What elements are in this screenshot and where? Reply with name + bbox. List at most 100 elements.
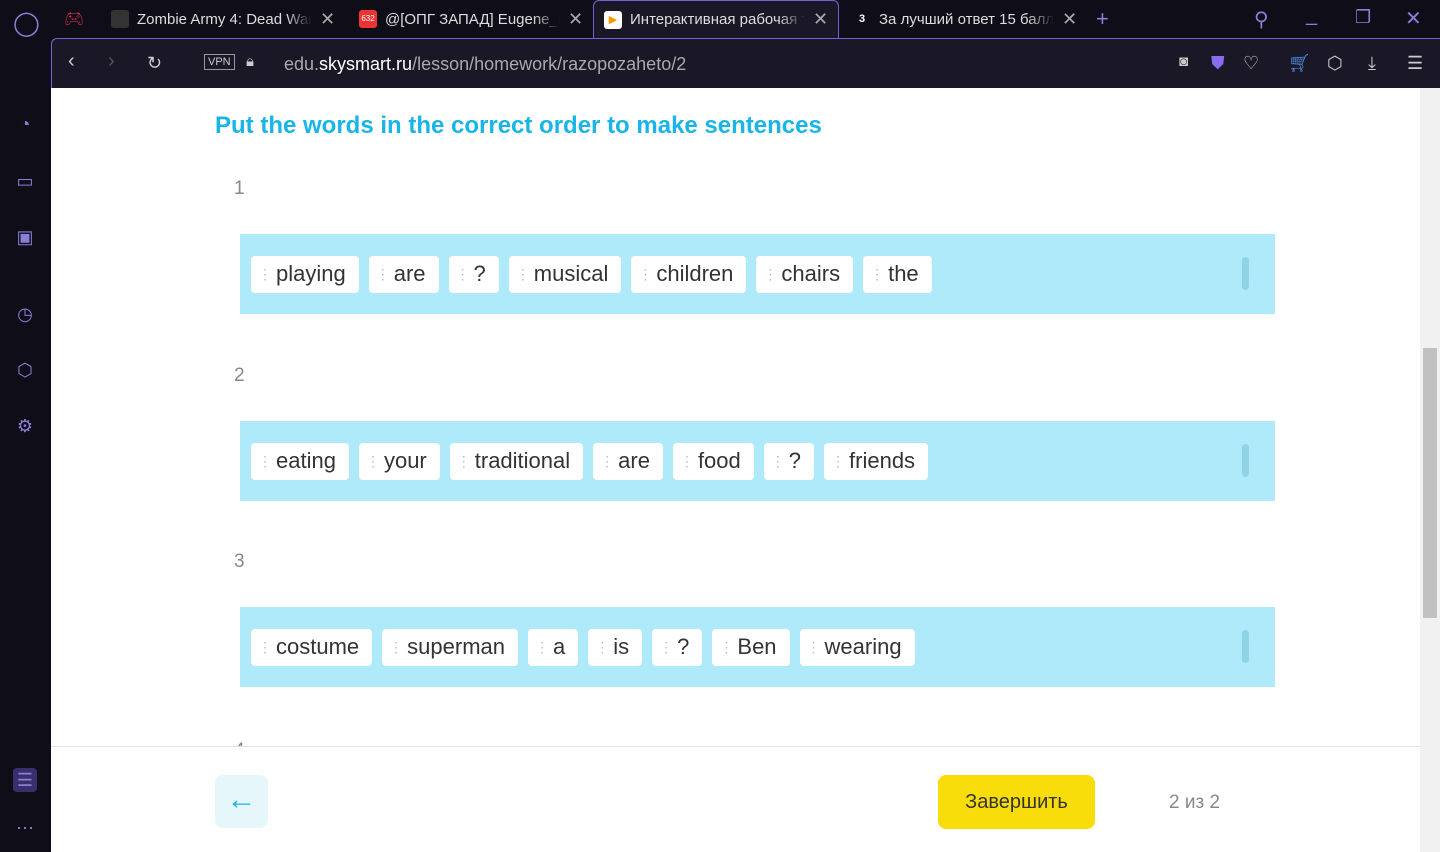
word-chip[interactable]: ⋮ wearing — [799, 628, 915, 666]
bookmark-heart-icon[interactable]: ♡ — [1243, 53, 1259, 74]
row-resize-handle[interactable] — [1242, 257, 1249, 290]
close-window-icon[interactable]: ✕ — [1405, 6, 1422, 31]
word-chip[interactable]: ⋮ is — [588, 628, 643, 666]
drag-grip-icon[interactable]: ⋮ — [831, 453, 845, 470]
tab-znanija[interactable]: 3 За лучший ответ 15 балло ✕ — [843, 0, 1083, 38]
word-chip[interactable]: ⋮? — [652, 628, 703, 666]
scrollbar[interactable] — [1420, 88, 1440, 852]
drag-grip-icon[interactable]: ⋮ — [771, 453, 785, 470]
drag-grip-icon[interactable]: ⋮ — [457, 453, 471, 470]
speed-dial-icon[interactable]: ◔ — [13, 112, 37, 136]
tab-vk[interactable]: 632 @[ОПГ ЗАПАД] Eugene_De ✕ — [349, 0, 589, 38]
word-chip[interactable]: ⋮ traditional — [449, 442, 584, 480]
word-label: traditional — [474, 448, 571, 473]
word-chip[interactable]: ⋮ chairs — [756, 255, 854, 293]
exercise-number: 2 — [234, 365, 245, 386]
drag-grip-icon[interactable]: ⋮ — [763, 266, 777, 283]
drag-grip-icon[interactable]: ⋮ — [258, 453, 272, 470]
gx-control-icon[interactable]: 🎮︎ — [64, 9, 84, 29]
drag-grip-icon[interactable]: ⋮ — [807, 639, 821, 656]
word-chip[interactable]: ⋮ playing — [251, 255, 359, 293]
settings-icon[interactable]: ⚙ — [13, 414, 37, 438]
row-resize-handle[interactable] — [1242, 630, 1249, 663]
word-drop-zone[interactable]: ⋮ playing ⋮ are ⋮? ⋮ musical ⋮ children ⋮ chairs ⋮ t… — [240, 234, 1275, 314]
download-icon[interactable]: ⤓ — [1368, 53, 1376, 74]
back-button[interactable]: ← — [215, 775, 268, 828]
search-icon[interactable]: ⚲ — [1254, 7, 1269, 32]
drag-grip-icon[interactable]: ⋮ — [870, 266, 884, 283]
word-chip[interactable]: ⋮ friends — [824, 442, 929, 480]
drag-grip-icon[interactable]: ⋮ — [376, 266, 390, 283]
drag-grip-icon[interactable]: ⋮ — [456, 266, 470, 283]
drag-grip-icon[interactable]: ⋮ — [389, 639, 403, 656]
close-tab-icon[interactable]: ✕ — [568, 9, 583, 30]
drag-grip-icon[interactable]: ⋮ — [595, 639, 609, 656]
drag-grip-icon[interactable]: ⋮ — [516, 266, 530, 283]
drag-grip-icon[interactable]: ⋮ — [258, 639, 272, 656]
easy-setup-icon[interactable]: ☰ — [1407, 53, 1423, 74]
tab-title: Zombie Army 4: Dead War — [137, 10, 312, 28]
word-drop-zone[interactable]: ⋮ costume ⋮ superman ⋮ a ⋮ is ⋮? ⋮ Ben ⋮ wearing — [240, 607, 1275, 687]
close-tab-icon[interactable]: ✕ — [1062, 9, 1077, 30]
finish-button[interactable]: Завершить — [938, 775, 1095, 829]
word-label: ? — [473, 261, 486, 286]
restore-icon[interactable]: ❐ — [1355, 7, 1371, 28]
lock-icon[interactable]: 🔒︎ — [246, 53, 254, 70]
extensions-icon[interactable]: ⬡ — [13, 358, 37, 382]
new-tab-icon[interactable]: + — [1096, 6, 1109, 32]
scrollbar-thumb[interactable] — [1423, 348, 1437, 618]
drag-grip-icon[interactable]: ⋮ — [638, 266, 652, 283]
opera-logo-icon[interactable]: ◯ — [13, 12, 40, 36]
drag-grip-icon[interactable]: ⋮ — [719, 639, 733, 656]
word-chip[interactable]: ⋮ superman — [382, 628, 518, 666]
word-chip[interactable]: ⋮ costume — [251, 628, 373, 666]
word-chip[interactable]: ⋮ Ben — [712, 628, 790, 666]
row-resize-handle[interactable] — [1242, 444, 1249, 477]
history-icon[interactable]: ◷ — [13, 302, 37, 326]
twitch-icon[interactable]: ▣ — [13, 225, 37, 249]
minimize-icon[interactable]: _ — [1306, 4, 1317, 27]
drag-grip-icon[interactable]: ⋮ — [366, 453, 380, 470]
back-nav-icon[interactable]: ‹ — [68, 50, 75, 73]
word-chip[interactable]: ⋮ musical — [508, 255, 622, 293]
znanija-favicon-icon: 3 — [858, 13, 866, 25]
extensions-cube-icon[interactable]: ⬡ — [1327, 53, 1343, 74]
gx-corner-icon[interactable]: ▭ — [13, 169, 37, 193]
word-label: are — [618, 448, 650, 473]
word-chip[interactable]: ⋮ are — [368, 255, 439, 293]
word-chip[interactable]: ⋮ are — [593, 442, 663, 480]
close-tab-icon[interactable]: ✕ — [813, 9, 828, 30]
drag-grip-icon[interactable]: ⋮ — [535, 639, 549, 656]
more-icon[interactable]: ⋯ — [13, 816, 37, 840]
browser-sidebar: ◯ ◔ ▭ ▣ ◷ ⬡ ⚙ ☰ ⋯ — [0, 0, 51, 852]
drag-grip-icon[interactable]: ⋮ — [659, 639, 673, 656]
word-chip[interactable]: ⋮ food — [672, 442, 754, 480]
drag-grip-icon[interactable]: ⋮ — [600, 453, 614, 470]
cart-icon[interactable]: 🛒︎ — [1288, 53, 1311, 74]
word-label: costume — [276, 634, 360, 659]
word-chip[interactable]: ⋮ eating — [251, 442, 349, 480]
reload-icon[interactable]: ↻ — [147, 53, 162, 74]
drag-grip-icon[interactable]: ⋮ — [680, 453, 694, 470]
word-chip[interactable]: ⋮ the — [863, 255, 932, 293]
word-chip[interactable]: ⋮ your — [358, 442, 440, 480]
word-chip[interactable]: ⋮? — [763, 442, 815, 480]
tab-title: За лучший ответ 15 балло — [879, 10, 1054, 28]
exercise-number: 3 — [234, 551, 245, 572]
url-field[interactable]: edu.skysmart.ru/lesson/homework/razopoza… — [284, 54, 686, 75]
adblock-shield-icon[interactable]: ⛊ — [1211, 53, 1225, 74]
vpn-badge[interactable]: VPN — [204, 54, 235, 70]
drag-grip-icon[interactable]: ⋮ — [258, 266, 272, 283]
arrow-left-icon: ← — [226, 783, 257, 816]
word-chip[interactable]: ⋮ children — [631, 255, 747, 293]
word-label: a — [553, 634, 566, 659]
forward-nav-icon[interactable]: › — [108, 50, 115, 73]
snapshot-icon[interactable]: ◙ — [1179, 53, 1188, 70]
word-chip[interactable]: ⋮ a — [528, 628, 579, 666]
word-drop-zone[interactable]: ⋮ eating ⋮ your ⋮ traditional ⋮ are ⋮ food ⋮? ⋮ frie… — [240, 421, 1275, 501]
close-tab-icon[interactable]: ✕ — [320, 9, 335, 30]
tab-zombie-army[interactable]: Zombie Army 4: Dead War ✕ — [101, 0, 341, 38]
sidebar-setup-icon[interactable]: ☰ — [13, 768, 37, 792]
tab-skysmart[interactable]: ▶ Интерактивная рабочая т ✕ — [593, 0, 839, 38]
word-chip[interactable]: ⋮? — [448, 255, 499, 293]
